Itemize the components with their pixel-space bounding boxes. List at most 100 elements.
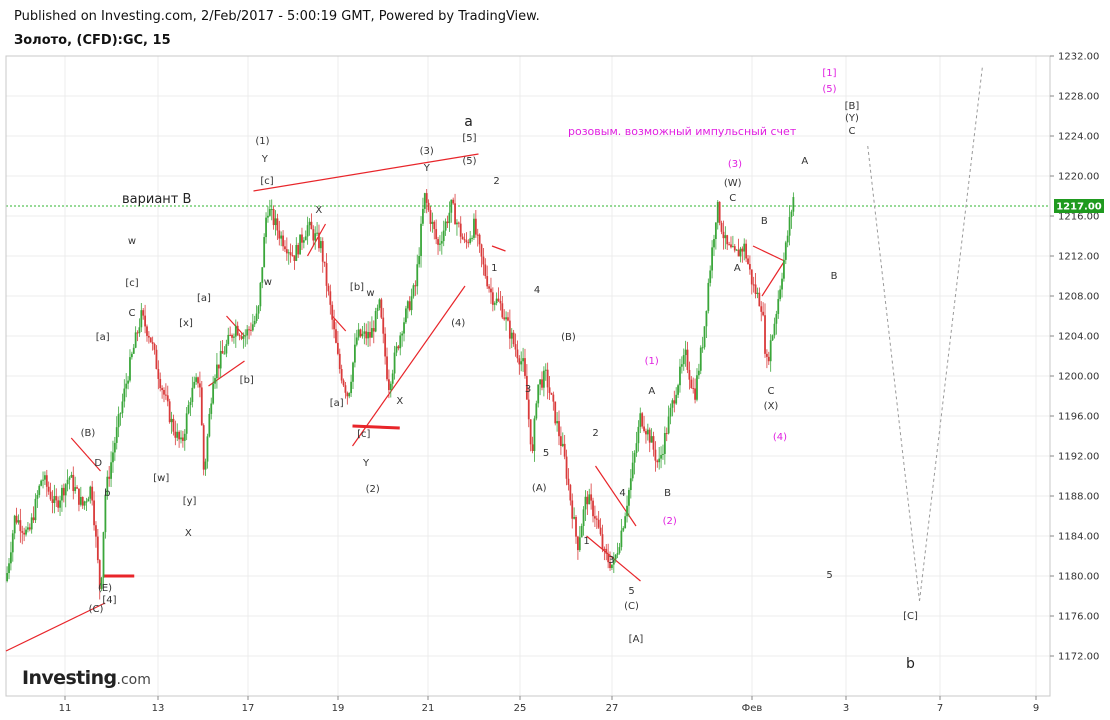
candle-body	[132, 347, 135, 354]
time-tick-label: 21	[422, 703, 435, 714]
candle-body	[720, 222, 723, 232]
candle-body	[652, 436, 655, 450]
candle-body	[586, 496, 589, 505]
candle-body	[376, 307, 379, 312]
wave-label: (A)	[532, 483, 547, 494]
wave-label: A	[648, 386, 655, 397]
candle-body	[440, 241, 443, 244]
candle-body	[287, 252, 290, 254]
candle-body	[508, 320, 511, 339]
wave-label: [5]	[462, 133, 476, 144]
price-tick-label: 1224.00	[1058, 132, 1099, 143]
candle-body	[30, 517, 33, 530]
candle-body	[656, 460, 659, 463]
candle-body	[539, 379, 542, 385]
candle-body	[210, 403, 213, 414]
candle-body	[168, 401, 171, 423]
wave-label: (1)	[645, 356, 659, 367]
logo-wordmark: Investing	[22, 667, 117, 689]
wave-label: [b]	[240, 375, 254, 386]
candle-body	[32, 517, 35, 521]
wave-label: (5)	[462, 156, 476, 167]
wave-label: [1]	[822, 68, 836, 79]
candle-body	[431, 221, 434, 224]
candle-body	[688, 369, 691, 380]
time-tick-label: 25	[514, 703, 527, 714]
candle-body	[516, 349, 519, 359]
candle-body	[93, 500, 95, 526]
wave-label: (B)	[561, 332, 576, 343]
candle-body	[631, 462, 634, 479]
price-tick-label: 1228.00	[1058, 92, 1099, 103]
candle-body	[444, 221, 447, 231]
wave-label: [c]	[260, 176, 273, 187]
candle-body	[234, 325, 237, 337]
candle-body	[624, 516, 627, 529]
variant-note: вариант B	[122, 192, 191, 207]
candle-body	[110, 462, 112, 479]
candle-body	[240, 336, 243, 339]
candle-body	[185, 413, 188, 434]
candle-body	[197, 377, 199, 384]
candle-body	[21, 531, 24, 533]
wave-label: (4)	[451, 318, 465, 329]
candle-body	[193, 381, 196, 388]
candle-body	[174, 431, 177, 438]
candle-body	[331, 304, 334, 320]
candle-body	[592, 500, 594, 517]
candle-body	[187, 404, 190, 414]
candle-body	[189, 401, 192, 405]
candle-body	[242, 336, 245, 339]
candle-body	[442, 230, 445, 242]
candle-body	[27, 527, 29, 530]
candle-body	[53, 496, 56, 503]
wave-label: (2)	[663, 516, 677, 527]
candle-body	[697, 370, 700, 376]
candle-body	[499, 300, 502, 304]
candle-body	[117, 414, 120, 428]
candle-body	[427, 202, 430, 211]
candle-body	[677, 385, 679, 395]
candle-body	[83, 501, 86, 506]
candle-body	[654, 449, 657, 461]
candle-body	[476, 234, 479, 236]
candle-body	[484, 264, 487, 277]
candle-body	[473, 218, 475, 238]
candle-body	[227, 334, 230, 345]
candle-body	[153, 343, 156, 350]
price-tick-label: 1232.00	[1058, 52, 1099, 63]
candle-body	[382, 317, 385, 334]
candle-body	[643, 426, 645, 432]
wave-label: (4)	[773, 432, 787, 443]
price-chart[interactable]: (B)Db(E)[4](C)[a]C[c]w[w][y]X[x][a][b](1…	[0, 0, 1110, 720]
candle-body	[225, 344, 228, 354]
candle-body	[541, 379, 543, 388]
candle-body	[89, 486, 92, 499]
wave-label: 2	[592, 428, 598, 439]
time-tick-label: 19	[332, 703, 345, 714]
candle-body	[679, 366, 681, 386]
trendlines	[5, 65, 983, 652]
candle-body	[44, 475, 46, 480]
time-tick-label: 7	[937, 703, 943, 714]
candle-body	[253, 320, 256, 325]
candle-body	[559, 436, 562, 447]
candle-body	[195, 377, 198, 382]
candle-body	[633, 452, 636, 463]
candle-body	[15, 515, 18, 523]
candle-body	[446, 221, 449, 224]
candle-body	[359, 329, 362, 337]
candle-body	[405, 308, 407, 323]
price-tick-label: 1216.00	[1058, 212, 1099, 223]
candle-body	[157, 369, 160, 379]
candle-body	[578, 537, 581, 551]
candle-body	[295, 244, 298, 261]
wave-label: Y	[261, 154, 269, 165]
price-tick-label: 1220.00	[1058, 172, 1099, 183]
wave-label: 1	[583, 536, 589, 547]
support-mark	[352, 424, 400, 430]
candle-body	[306, 225, 309, 237]
candle-body	[628, 490, 630, 506]
candle-body	[397, 346, 400, 349]
candle-body	[488, 286, 490, 289]
